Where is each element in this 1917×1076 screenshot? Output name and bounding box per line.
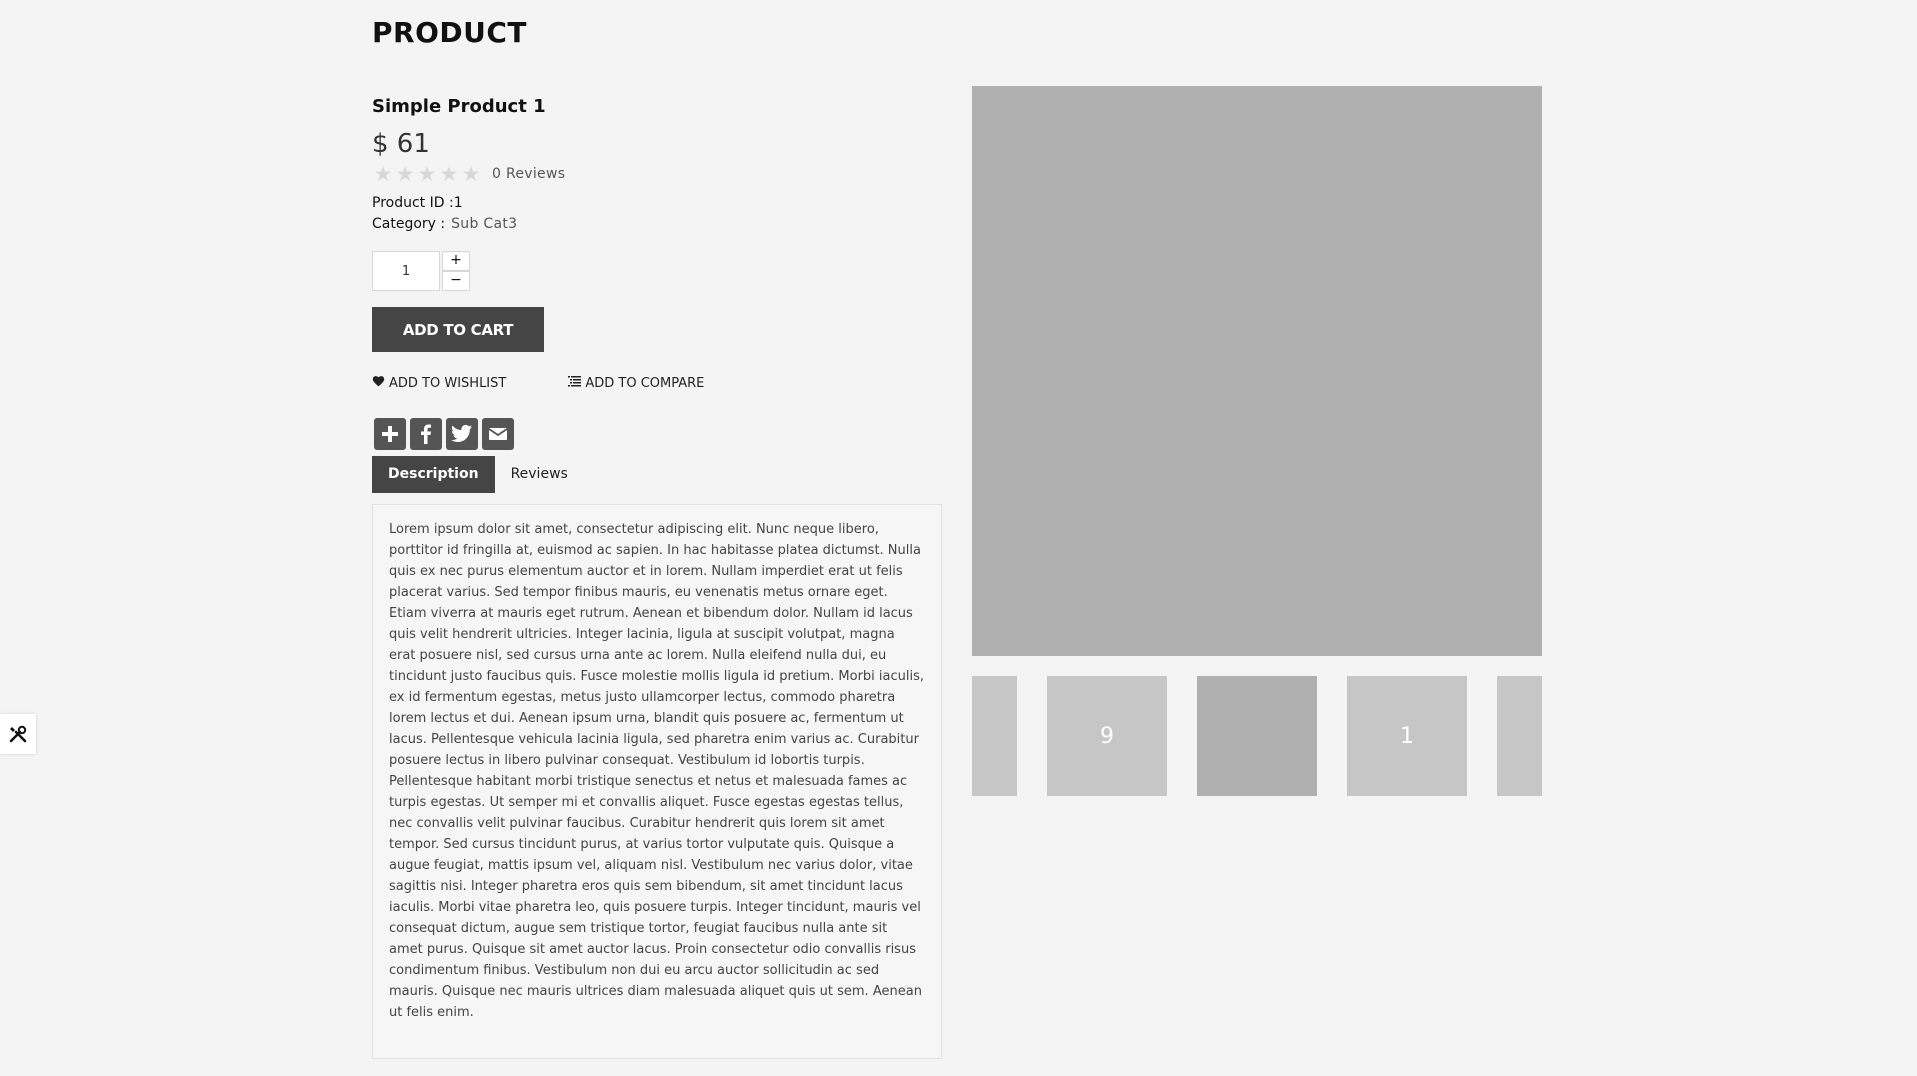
share-facebook-button[interactable]	[410, 418, 442, 450]
tab-description[interactable]: Description	[372, 456, 495, 493]
email-icon	[488, 428, 508, 440]
product-id: Product ID :1	[372, 193, 942, 214]
add-to-compare-link[interactable]: ADD TO COMPARE	[568, 375, 704, 391]
product-tabs: Description Reviews	[372, 456, 942, 493]
product-price: $ 61	[372, 129, 430, 159]
thumbnail-carousel: 9 1	[972, 676, 1542, 796]
description-panel: Lorem ipsum dolor sit amet, consectetur …	[372, 504, 942, 1059]
thumbnail[interactable]: 1	[1347, 676, 1467, 796]
description-text: Lorem ipsum dolor sit amet, consectetur …	[389, 522, 925, 1020]
quantity-input[interactable]	[372, 251, 440, 291]
twitter-icon	[451, 424, 473, 442]
add-share-icon	[382, 426, 398, 442]
wishlist-label: ADD TO WISHLIST	[389, 375, 507, 391]
thumbnail[interactable]	[972, 676, 1017, 796]
share-email-button[interactable]	[482, 418, 514, 450]
share-twitter-button[interactable]	[446, 418, 478, 450]
tab-reviews[interactable]: Reviews	[495, 456, 584, 493]
quantity-stepper: + −	[372, 251, 942, 291]
quantity-buttons: + −	[442, 251, 470, 291]
category-label: Category :	[372, 216, 446, 232]
product-id-label: Product ID :	[372, 195, 454, 211]
list-icon	[568, 375, 582, 391]
share-add-button[interactable]	[374, 418, 406, 450]
tools-icon	[9, 725, 27, 743]
star-rating: ★ ★ ★ ★ ★	[372, 163, 482, 185]
main-product-image[interactable]	[972, 86, 1542, 656]
tools-toggle-button[interactable]	[0, 714, 36, 754]
share-buttons	[372, 418, 942, 450]
star-icon: ★	[461, 162, 481, 186]
quantity-decrease-button[interactable]: −	[442, 271, 470, 291]
rating: ★ ★ ★ ★ ★ 0 Reviews	[372, 163, 942, 185]
category-value[interactable]: Sub Cat3	[451, 216, 517, 232]
product-id-value: 1	[453, 195, 463, 211]
facebook-icon	[421, 424, 431, 444]
reviews-count[interactable]: 0 Reviews	[492, 166, 565, 182]
quantity-increase-button[interactable]: +	[442, 251, 470, 271]
star-icon: ★	[395, 162, 415, 186]
thumbnail-active[interactable]	[1197, 676, 1317, 796]
add-to-cart-button[interactable]: ADD TO CART	[372, 307, 544, 352]
secondary-actions: ADD TO WISHLIST ADD TO COMPARE	[372, 374, 942, 392]
compare-label: ADD TO COMPARE	[585, 375, 705, 391]
thumbnail[interactable]	[1497, 676, 1542, 796]
heart-icon	[372, 375, 385, 391]
add-to-wishlist-link[interactable]: ADD TO WISHLIST	[372, 375, 506, 391]
star-icon: ★	[417, 162, 437, 186]
star-icon: ★	[373, 162, 393, 186]
product-name: Simple Product 1	[372, 96, 546, 117]
page-title: PRODUCT	[372, 16, 528, 49]
thumbnail[interactable]: 9	[1047, 676, 1167, 796]
product-page: PRODUCT Simple Product 1 $ 61 ★ ★ ★ ★ ★ …	[0, 0, 1917, 1076]
star-icon: ★	[439, 162, 459, 186]
product-info: Simple Product 1 $ 61 ★ ★ ★ ★ ★ 0 Review…	[372, 96, 942, 1059]
product-category: Category : Sub Cat3	[372, 214, 942, 235]
